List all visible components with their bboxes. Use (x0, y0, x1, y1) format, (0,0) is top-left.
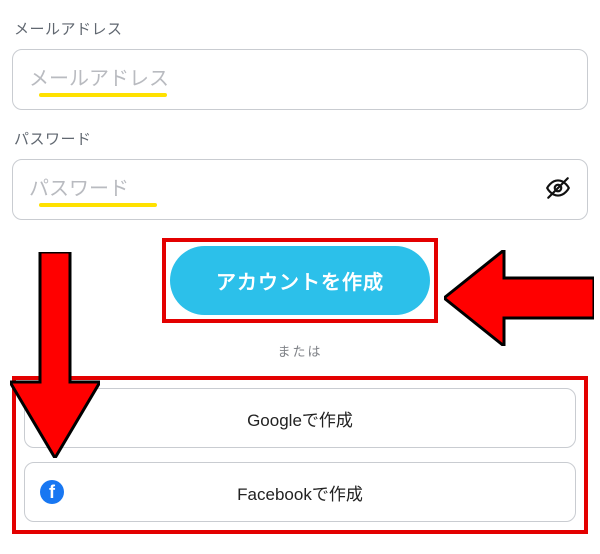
password-label: パスワード (14, 128, 586, 149)
facebook-signup-button[interactable]: f Facebookで作成 (24, 462, 576, 522)
google-signup-button[interactable]: Googleで作成 (24, 388, 576, 448)
primary-button-row: アカウントを作成 (12, 238, 588, 323)
email-label: メールアドレス (14, 18, 586, 39)
facebook-signup-label: Facebookで作成 (39, 480, 561, 505)
password-input-wrap[interactable] (12, 159, 588, 220)
create-account-button[interactable]: アカウントを作成 (170, 246, 430, 315)
password-field[interactable] (13, 160, 529, 219)
google-signup-label: Googleで作成 (39, 406, 561, 431)
email-field[interactable] (13, 50, 587, 109)
email-input-wrap[interactable] (12, 49, 588, 110)
separator-text: または (12, 341, 588, 360)
annotation-highlight-box: アカウントを作成 (162, 238, 438, 323)
annotation-highlight-box: Googleで作成 f Facebookで作成 (12, 376, 588, 534)
eye-off-icon (545, 189, 571, 204)
toggle-password-visibility-button[interactable] (529, 165, 587, 214)
